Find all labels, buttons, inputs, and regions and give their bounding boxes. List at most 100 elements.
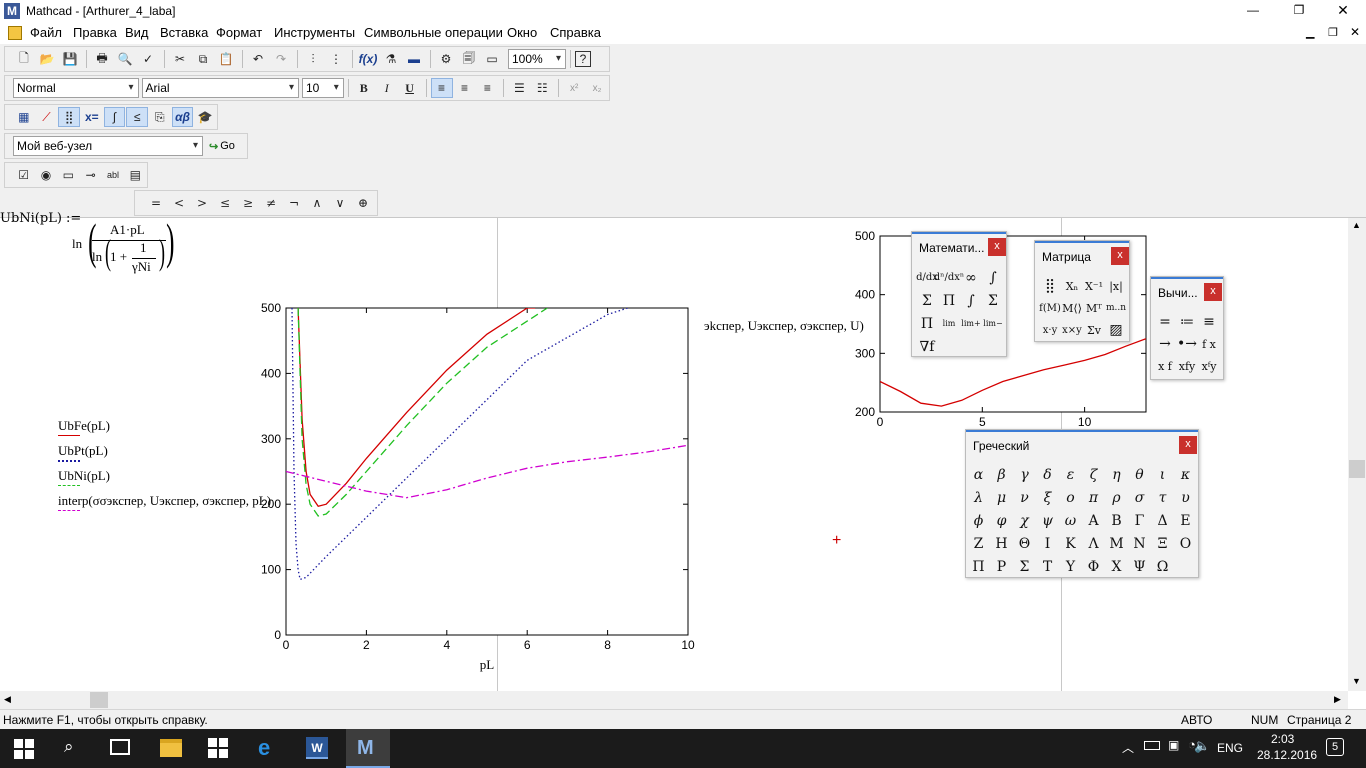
menu-view[interactable]: Вид <box>125 25 149 40</box>
infix-operator-icon[interactable]: xfy <box>1176 355 1198 377</box>
greek-letter-button[interactable]: Φ <box>1082 555 1105 578</box>
greek-letter-button[interactable]: Ψ <box>1128 555 1151 578</box>
menu-file[interactable]: Файл <box>30 25 62 40</box>
scroll-up-icon[interactable]: ▲ <box>1352 220 1361 230</box>
scroll-right-icon[interactable]: ▶ <box>1334 694 1341 705</box>
greek-letter-button[interactable]: Λ <box>1082 532 1105 555</box>
close-button[interactable]: ✕ <box>1320 0 1366 22</box>
help-icon[interactable]: ? <box>575 51 591 67</box>
paste-icon[interactable]: 📋 <box>215 49 237 69</box>
greek-letter-button[interactable]: Υ <box>1059 555 1082 578</box>
zoom-select[interactable]: 100% ▾ <box>508 49 566 69</box>
greek-letter-button[interactable]: Δ <box>1151 509 1174 532</box>
formula-definition[interactable]: ln ( A1·pL ln ( 1 + 1 γNi ) ) <box>72 216 182 280</box>
programming-icon[interactable]: ⎘ <box>149 107 171 127</box>
close-icon[interactable]: x <box>1204 283 1222 301</box>
infinity-icon[interactable]: ∞ <box>960 266 982 289</box>
print-preview-icon[interactable]: 🔍 <box>114 49 136 69</box>
align-vertical-icon[interactable]: ⋮ <box>325 49 347 69</box>
definite-integral-icon[interactable]: ∫ <box>982 266 1004 289</box>
doc-close-button[interactable]: ✕ <box>1350 25 1360 39</box>
numbering-icon[interactable]: ☷ <box>531 78 553 98</box>
bullets-icon[interactable]: ☰ <box>508 78 530 98</box>
greek-letter-button[interactable]: π <box>1082 486 1105 509</box>
greek-letter-button[interactable]: υ <box>1174 486 1197 509</box>
file-explorer-icon[interactable] <box>160 739 182 757</box>
search-icon[interactable]: ⌕ <box>64 737 74 757</box>
calculus-icon[interactable]: ∫ <box>103 107 126 127</box>
undo-icon[interactable]: ↶ <box>247 49 269 69</box>
main-plot[interactable]: 0 2 4 6 8 100100200300400500pL <box>240 298 720 678</box>
limit-right-icon[interactable]: lim+ <box>960 312 982 335</box>
scroll-down-icon[interactable]: ▼ <box>1352 676 1361 686</box>
tray-chevron-icon[interactable]: ︿ <box>1122 739 1134 756</box>
greek-letter-button[interactable]: μ <box>990 486 1013 509</box>
sum-icon[interactable]: Σ <box>982 289 1004 312</box>
scroll-left-icon[interactable]: ◀ <box>4 694 11 705</box>
global-define-icon[interactable]: ≡ <box>1198 311 1220 333</box>
greek-letter-button[interactable]: Θ <box>1013 532 1036 555</box>
greek-letter-button[interactable]: Μ <box>1105 532 1128 555</box>
calculator-icon[interactable]: ▦ <box>13 107 35 127</box>
bool-ge-button[interactable]: ≥ <box>237 193 259 213</box>
greek-letter-button[interactable]: Η <box>990 532 1013 555</box>
italic-button[interactable]: I <box>376 78 398 98</box>
greek-letter-button[interactable]: Σ <box>1013 555 1036 578</box>
bool-xor-button[interactable]: ⊕ <box>352 193 374 213</box>
mathcad-taskbar-icon[interactable]: M <box>346 729 390 768</box>
minimize-button[interactable]: — <box>1230 0 1276 22</box>
cut-icon[interactable]: ✂ <box>169 49 191 69</box>
greek-letter-button[interactable]: η <box>1105 463 1128 486</box>
greek-letter-button[interactable]: θ <box>1128 463 1151 486</box>
clock-time[interactable]: 2:03 <box>1271 732 1294 746</box>
menu-symbolic[interactable]: Символьные операции <box>364 25 503 40</box>
align-left-icon[interactable]: ≡ <box>430 78 453 98</box>
menu-tools[interactable]: Инструменты <box>274 25 355 40</box>
greek-letter-button[interactable]: χ <box>1013 509 1036 532</box>
greek-letter-button[interactable]: Β <box>1105 509 1128 532</box>
greek-letter-button[interactable]: Π <box>967 555 990 578</box>
greek-letter-button[interactable]: Ε <box>1174 509 1197 532</box>
range-icon[interactable]: m..n <box>1105 297 1127 319</box>
picture-icon[interactable]: ▨ <box>1105 319 1127 341</box>
textbox-control-icon[interactable]: abl <box>102 165 123 185</box>
network-icon[interactable]: ▣ <box>1168 738 1179 752</box>
nabla-icon[interactable]: ∇f <box>916 335 938 358</box>
align-right-icon[interactable]: ≡ <box>476 78 498 98</box>
greek-letter-button[interactable]: γ <box>1013 463 1036 486</box>
bool-ne-button[interactable]: ≠ <box>260 193 282 213</box>
greek-letter-button[interactable]: ψ <box>1036 509 1059 532</box>
windows-start-icon[interactable] <box>14 739 34 759</box>
vectorize-icon[interactable]: f(M) <box>1039 297 1061 319</box>
greek-letter-button[interactable]: Ο <box>1174 532 1197 555</box>
keyword-evaluate-icon[interactable]: •→ <box>1176 333 1198 355</box>
bool-equal-button[interactable]: = <box>145 193 167 213</box>
bool-less-button[interactable]: < <box>168 193 190 213</box>
menu-help[interactable]: Справка <box>550 25 601 40</box>
bool-greater-button[interactable]: > <box>191 193 213 213</box>
greek-letter-button[interactable]: β <box>990 463 1013 486</box>
greek-letter-button[interactable]: Α <box>1082 509 1105 532</box>
graph-icon[interactable]: ⟋ <box>36 107 58 127</box>
font-select[interactable]: Arial ▾ <box>141 78 299 98</box>
doc-minimize-button[interactable]: ▁ <box>1306 26 1314 39</box>
greek-letter-button[interactable]: λ <box>967 486 990 509</box>
redo-icon[interactable]: ↷ <box>270 49 292 69</box>
align-horizontal-icon[interactable]: ⫶ <box>302 49 324 69</box>
symbolic-evaluate-icon[interactable]: → <box>1154 333 1176 355</box>
vertical-scroll-thumb[interactable] <box>1349 460 1365 478</box>
greek-letter-button[interactable]: Ν <box>1128 532 1151 555</box>
prefix-operator-icon[interactable]: f x <box>1198 333 1220 355</box>
sum-range-icon[interactable]: Σ <box>916 289 938 312</box>
greek-letter-button[interactable]: α <box>967 463 990 486</box>
style-select[interactable]: Normal ▾ <box>13 78 139 98</box>
greek-letter-button[interactable]: ζ <box>1082 463 1105 486</box>
greek-icon[interactable]: αβ <box>171 107 194 127</box>
document-icon[interactable] <box>8 26 22 40</box>
subscript-icon[interactable]: x₂ <box>586 78 608 98</box>
greek-letter-button[interactable]: Κ <box>1059 532 1082 555</box>
determinant-icon[interactable]: |x| <box>1105 275 1127 297</box>
greek-letter-button[interactable]: Τ <box>1036 555 1059 578</box>
vector-sum-icon[interactable]: Σv <box>1083 319 1105 341</box>
align-center-icon[interactable]: ≡ <box>454 78 476 98</box>
